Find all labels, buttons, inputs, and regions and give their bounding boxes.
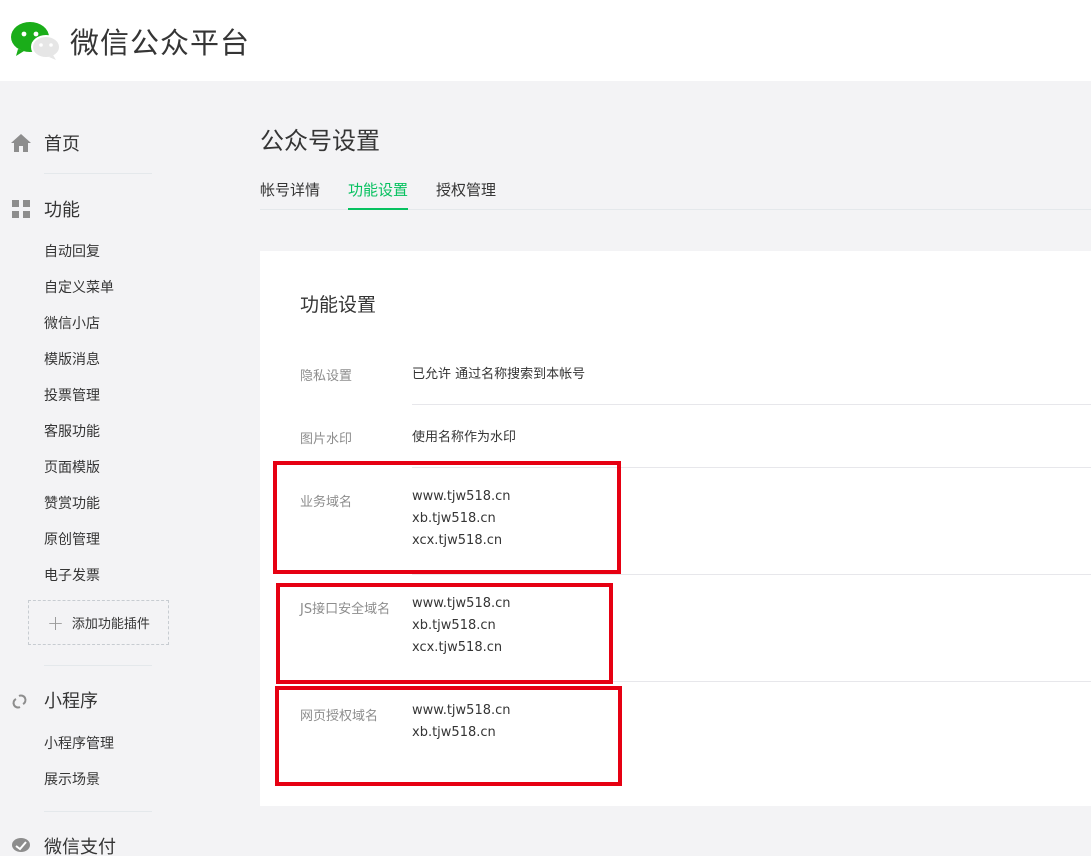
sidebar-item-label: 首页 xyxy=(44,134,80,155)
add-plugin-button[interactable]: + 添加功能插件 xyxy=(28,600,169,645)
sidebar-group-features[interactable]: 功能 xyxy=(10,196,80,222)
row-divider xyxy=(412,404,1091,405)
tab-authorization[interactable]: 授权管理 xyxy=(436,179,496,210)
tab-feature-settings[interactable]: 功能设置 xyxy=(348,179,409,210)
sidebar-item-original[interactable]: 原创管理 xyxy=(44,529,100,549)
sidebar-item-home[interactable]: 首页 xyxy=(10,130,80,156)
app-title: 微信公众平台 xyxy=(70,26,251,60)
sidebar: 首页 功能 自动回复 自定义菜单 微信小店 模版消息 投票管理 客服功能 页面模… xyxy=(0,81,230,856)
row-divider xyxy=(412,574,1091,575)
highlight-box-oauth-domain xyxy=(275,686,622,786)
sidebar-group-label: 功能 xyxy=(44,200,80,221)
wechat-pay-icon xyxy=(10,835,32,856)
sidebar-item-template-message[interactable]: 模版消息 xyxy=(44,349,100,369)
sidebar-item-customer-service[interactable]: 客服功能 xyxy=(44,421,100,441)
sidebar-item-miniprogram-manage[interactable]: 小程序管理 xyxy=(44,733,114,753)
sidebar-group-miniprogram[interactable]: 小程序 xyxy=(10,687,98,713)
sidebar-item-reward[interactable]: 赞赏功能 xyxy=(44,493,100,513)
divider xyxy=(44,811,152,812)
plus-icon: + xyxy=(47,610,64,635)
sidebar-item-display-scene[interactable]: 展示场景 xyxy=(44,769,100,789)
wechat-logo-icon[interactable] xyxy=(10,20,62,62)
highlight-box-business-domain xyxy=(273,461,621,574)
sidebar-group-wechat-pay[interactable]: 微信支付 xyxy=(10,833,116,856)
setting-label: 图片水印 xyxy=(300,432,353,447)
sidebar-item-auto-reply[interactable]: 自动回复 xyxy=(44,241,100,261)
highlight-box-js-domain xyxy=(276,583,613,684)
add-plugin-label: 添加功能插件 xyxy=(71,617,150,632)
sidebar-item-wechat-store[interactable]: 微信小店 xyxy=(44,313,100,333)
divider xyxy=(44,665,152,666)
top-header: 微信公众平台 xyxy=(0,0,1091,81)
setting-value: 使用名称作为水印 xyxy=(412,430,517,445)
divider xyxy=(44,173,152,174)
sidebar-item-custom-menu[interactable]: 自定义菜单 xyxy=(44,277,114,297)
link-icon xyxy=(10,689,32,711)
page-title: 公众号设置 xyxy=(260,127,380,155)
tab-account-details[interactable]: 帐号详情 xyxy=(260,179,320,210)
sidebar-item-e-invoice[interactable]: 电子发票 xyxy=(44,565,100,585)
grid-icon xyxy=(10,198,32,220)
sidebar-item-page-template[interactable]: 页面模版 xyxy=(44,457,100,477)
sidebar-group-label: 小程序 xyxy=(44,691,98,712)
home-icon xyxy=(10,132,32,154)
setting-value: 已允许 通过名称搜索到本帐号 xyxy=(412,367,586,382)
card-title: 功能设置 xyxy=(300,294,377,316)
sidebar-group-label: 微信支付 xyxy=(44,837,116,856)
setting-label: 隐私设置 xyxy=(300,369,353,384)
tab-bar: 帐号详情 功能设置 授权管理 xyxy=(260,170,1091,210)
sidebar-item-vote[interactable]: 投票管理 xyxy=(44,385,100,405)
